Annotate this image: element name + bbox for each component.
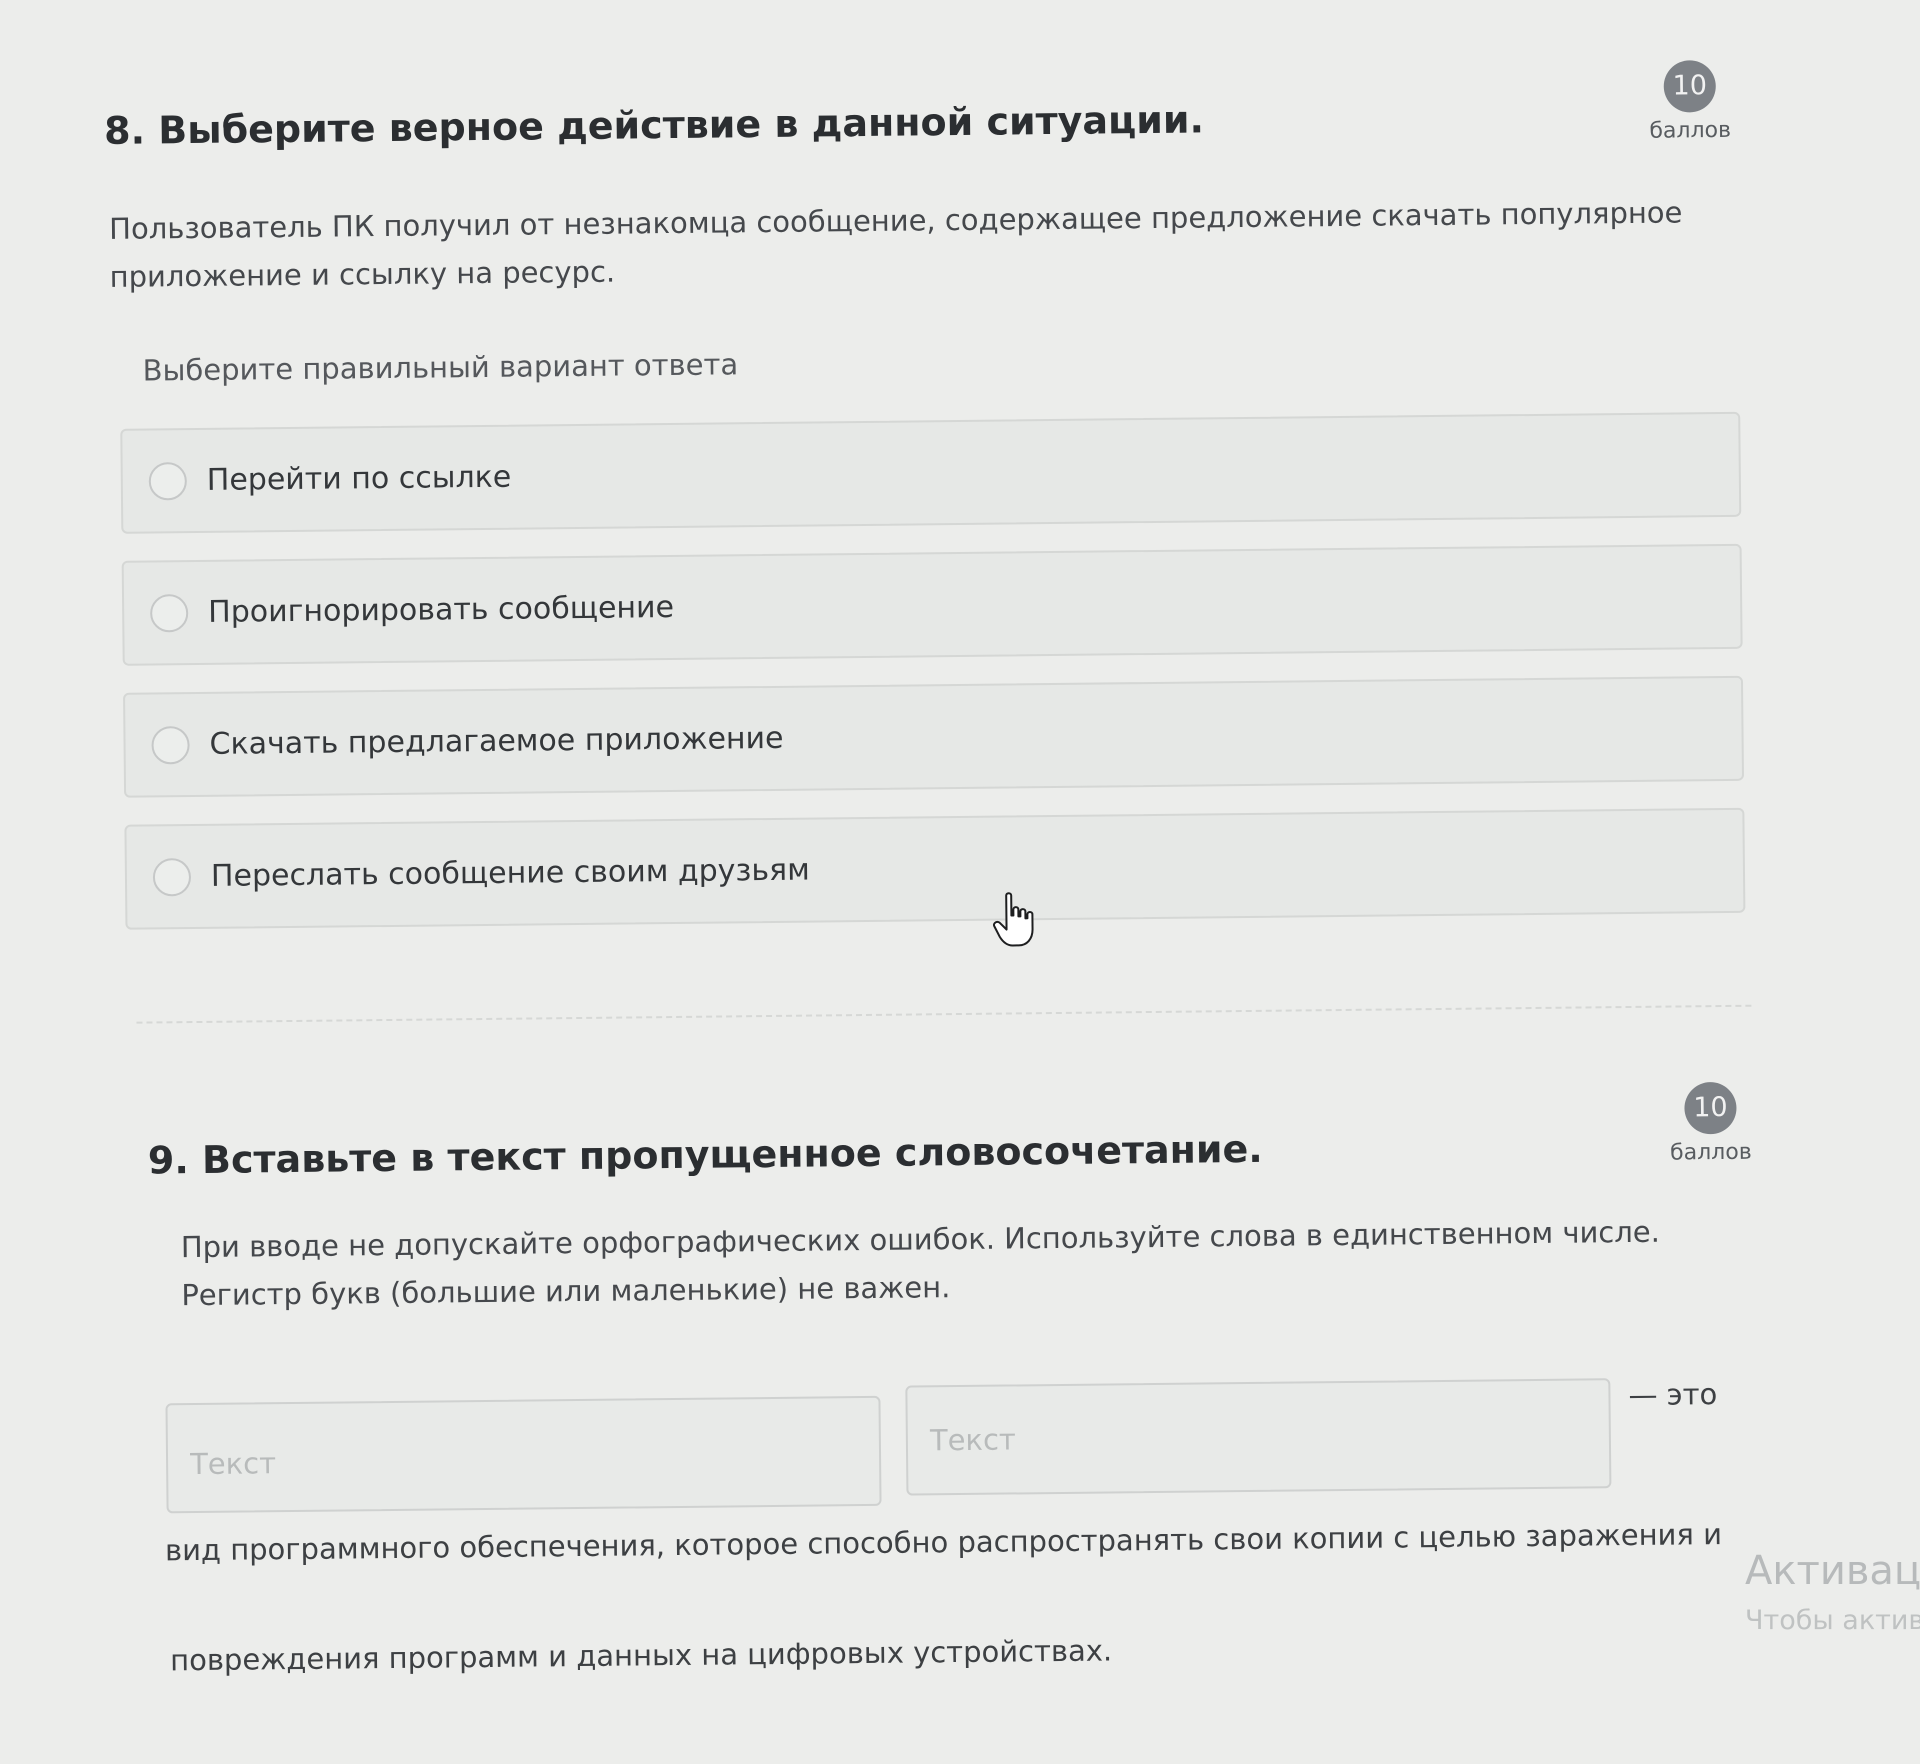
question-8-text: Пользователь ПК получил от незнакомца со… [108,195,1683,294]
points-badge: 10 [1663,60,1717,113]
question-9-text: При вводе не допускайте орфографических … [180,1214,1661,1313]
question-8-points: 10 баллов [1634,60,1745,144]
radio-button[interactable] [149,593,189,632]
radio-button[interactable] [151,725,190,764]
answer-option-ignore-message[interactable]: Проигнорировать сообщение [121,543,1743,666]
hand-pointer-icon [993,892,1034,947]
blank-connector-text: — это [1628,1377,1718,1413]
blank-input-2[interactable] [905,1378,1612,1496]
option-label: Переслать сообщение своим друзьям [210,852,810,894]
points-badge: 10 [1684,1081,1737,1135]
question-divider [136,1004,1752,1024]
blank-input-1[interactable] [165,1395,882,1514]
option-label: Проигнорировать сообщение [208,589,675,630]
answer-instruction: Выберите правильный вариант ответа [142,347,739,388]
windows-activation-watermark: Активаци [1745,1548,1920,1594]
definition-text-line-1: вид программного обеспечения, которое сп… [164,1517,1723,1568]
points-label: баллов [1649,117,1732,144]
points-label: баллов [1669,1139,1752,1166]
question-9-title: 9. Вставьте в текст пропущенное словосоч… [147,1126,1263,1183]
question-8-title: 8. Выберите верное действие в данной сит… [103,97,1205,153]
answer-options: Перейти по ссылке Проигнорировать сообще… [120,411,1746,957]
definition-text-line-2: повреждения программ и данных на цифровы… [169,1633,1113,1678]
quiz-page: 8. Выберите верное действие в данной сит… [0,0,1920,1764]
radio-button[interactable] [152,857,192,896]
windows-activation-hint: Чтобы актив [1745,1605,1920,1636]
radio-button[interactable] [148,461,188,500]
answer-option-forward-message[interactable]: Переслать сообщение своим друзьям [124,807,1746,930]
option-label: Перейти по ссылке [206,459,512,498]
answer-option-download-app[interactable]: Скачать предлагаемое приложение [123,675,1745,798]
option-label: Скачать предлагаемое приложение [209,720,784,762]
answer-option-follow-link[interactable]: Перейти по ссылке [120,411,1742,534]
question-9-points: 10 баллов [1655,1081,1766,1166]
